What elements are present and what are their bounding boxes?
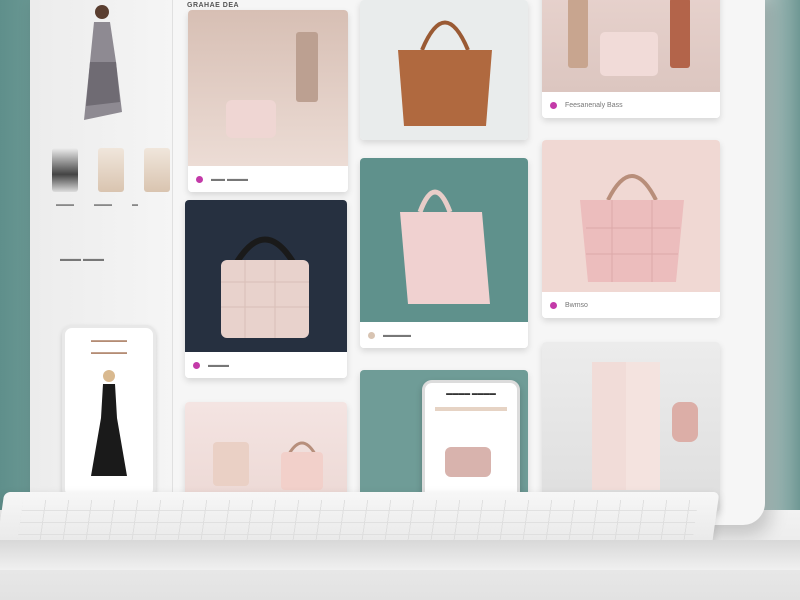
handbag-icon — [281, 441, 323, 490]
product-tile[interactable] — [360, 0, 528, 140]
figure-icon — [296, 32, 318, 102]
display-panel: ▬▬▬ ▬▬▬ ▬ ▬▬▬ ▬▬▬ ▬▬▬▬▬▬ ▬▬▬▬▬▬ GRAHAE D… — [30, 0, 765, 525]
brown-tote-icon — [398, 20, 492, 126]
product-tile[interactable]: ▬▬▬ — [185, 200, 347, 378]
brand-dot-icon — [196, 175, 203, 183]
phone-heading: ▬▬▬▬▬▬ — [91, 338, 127, 344]
caption-text: Feesanenaly Bass — [565, 101, 623, 109]
caption-text: ▬▬ ▬▬▬ — [211, 175, 248, 183]
wardrobe-case-icon — [592, 362, 698, 490]
product-tile[interactable]: ▬▬▬▬ — [360, 158, 528, 348]
thumbnail[interactable] — [144, 148, 170, 192]
product-image — [542, 0, 720, 92]
fashion-model-figure — [84, 5, 122, 120]
thumbnail[interactable] — [98, 148, 124, 192]
product-caption: ▬▬▬▬ — [360, 322, 528, 348]
product-caption: Feesanenaly Bass — [542, 92, 720, 118]
product-caption: Bwmso — [542, 292, 720, 318]
accessory-thumbnails — [52, 148, 170, 192]
thumbnail-label: ▬▬▬ — [94, 202, 112, 208]
product-image — [185, 200, 347, 352]
brand-dot-icon — [193, 361, 200, 369]
pink-tote-icon — [400, 189, 490, 304]
figure-icon — [670, 0, 690, 68]
product-tile[interactable]: Feesanenaly Bass — [542, 0, 720, 118]
brand-dot-icon — [368, 331, 375, 339]
bag-icon — [600, 32, 658, 76]
product-image — [542, 342, 720, 512]
phone-subheading: ▬▬▬▬▬▬ — [91, 350, 127, 356]
product-tile[interactable]: ▬▬ ▬▬▬ — [188, 10, 348, 192]
clutch-icon — [445, 447, 491, 477]
scene: ▬▬▬ ▬▬▬ ▬ ▬▬▬ ▬▬▬ ▬▬▬▬▬▬ ▬▬▬▬▬▬ GRAHAE D… — [0, 0, 800, 600]
product-image — [188, 10, 348, 166]
phone-mockup-center: ▬▬▬▬ ▬▬▬▬ — [422, 380, 520, 508]
thumbnail[interactable] — [52, 148, 78, 192]
thumbnail-labels: ▬▬▬ ▬▬▬ ▬ — [56, 202, 138, 208]
figure-icon — [568, 0, 588, 68]
product-caption: ▬▬ ▬▬▬ — [188, 166, 348, 192]
page-title: GRAHAE DEA — [187, 2, 240, 9]
quilted-tote-icon — [221, 236, 309, 338]
product-tile[interactable] — [542, 342, 720, 512]
caption-text: Bwmso — [565, 301, 588, 309]
product-image — [360, 0, 528, 140]
evening-gown-figure — [91, 370, 127, 476]
accessory-stack-icon — [213, 442, 249, 486]
product-caption: ▬▬▬ — [185, 352, 347, 378]
bag-icon — [226, 100, 276, 138]
brand-dot-icon — [550, 101, 557, 109]
desk-base — [0, 540, 800, 570]
thumbnail-label: ▬ — [132, 202, 138, 208]
side-label: ▬▬▬ ▬▬▬ — [60, 256, 104, 263]
thumbnail-label: ▬▬▬ — [56, 202, 74, 208]
side-panel: ▬▬▬ ▬▬▬ ▬ ▬▬▬ ▬▬▬ ▬▬▬▬▬▬ ▬▬▬▬▬▬ — [30, 0, 173, 525]
caption-text: ▬▬▬ — [208, 361, 229, 369]
product-tile[interactable]: Bwmso — [542, 140, 720, 318]
product-image — [360, 158, 528, 322]
phone-title: ▬▬▬▬ ▬▬▬▬ — [446, 391, 496, 397]
phone-mockup-left: ▬▬▬▬▬▬ ▬▬▬▬▬▬ — [62, 325, 156, 499]
phone-banner — [435, 407, 507, 411]
caption-text: ▬▬▬▬ — [383, 331, 411, 339]
quilted-handbag-icon — [580, 174, 684, 282]
product-image — [542, 140, 720, 292]
brand-dot-icon — [550, 301, 557, 309]
